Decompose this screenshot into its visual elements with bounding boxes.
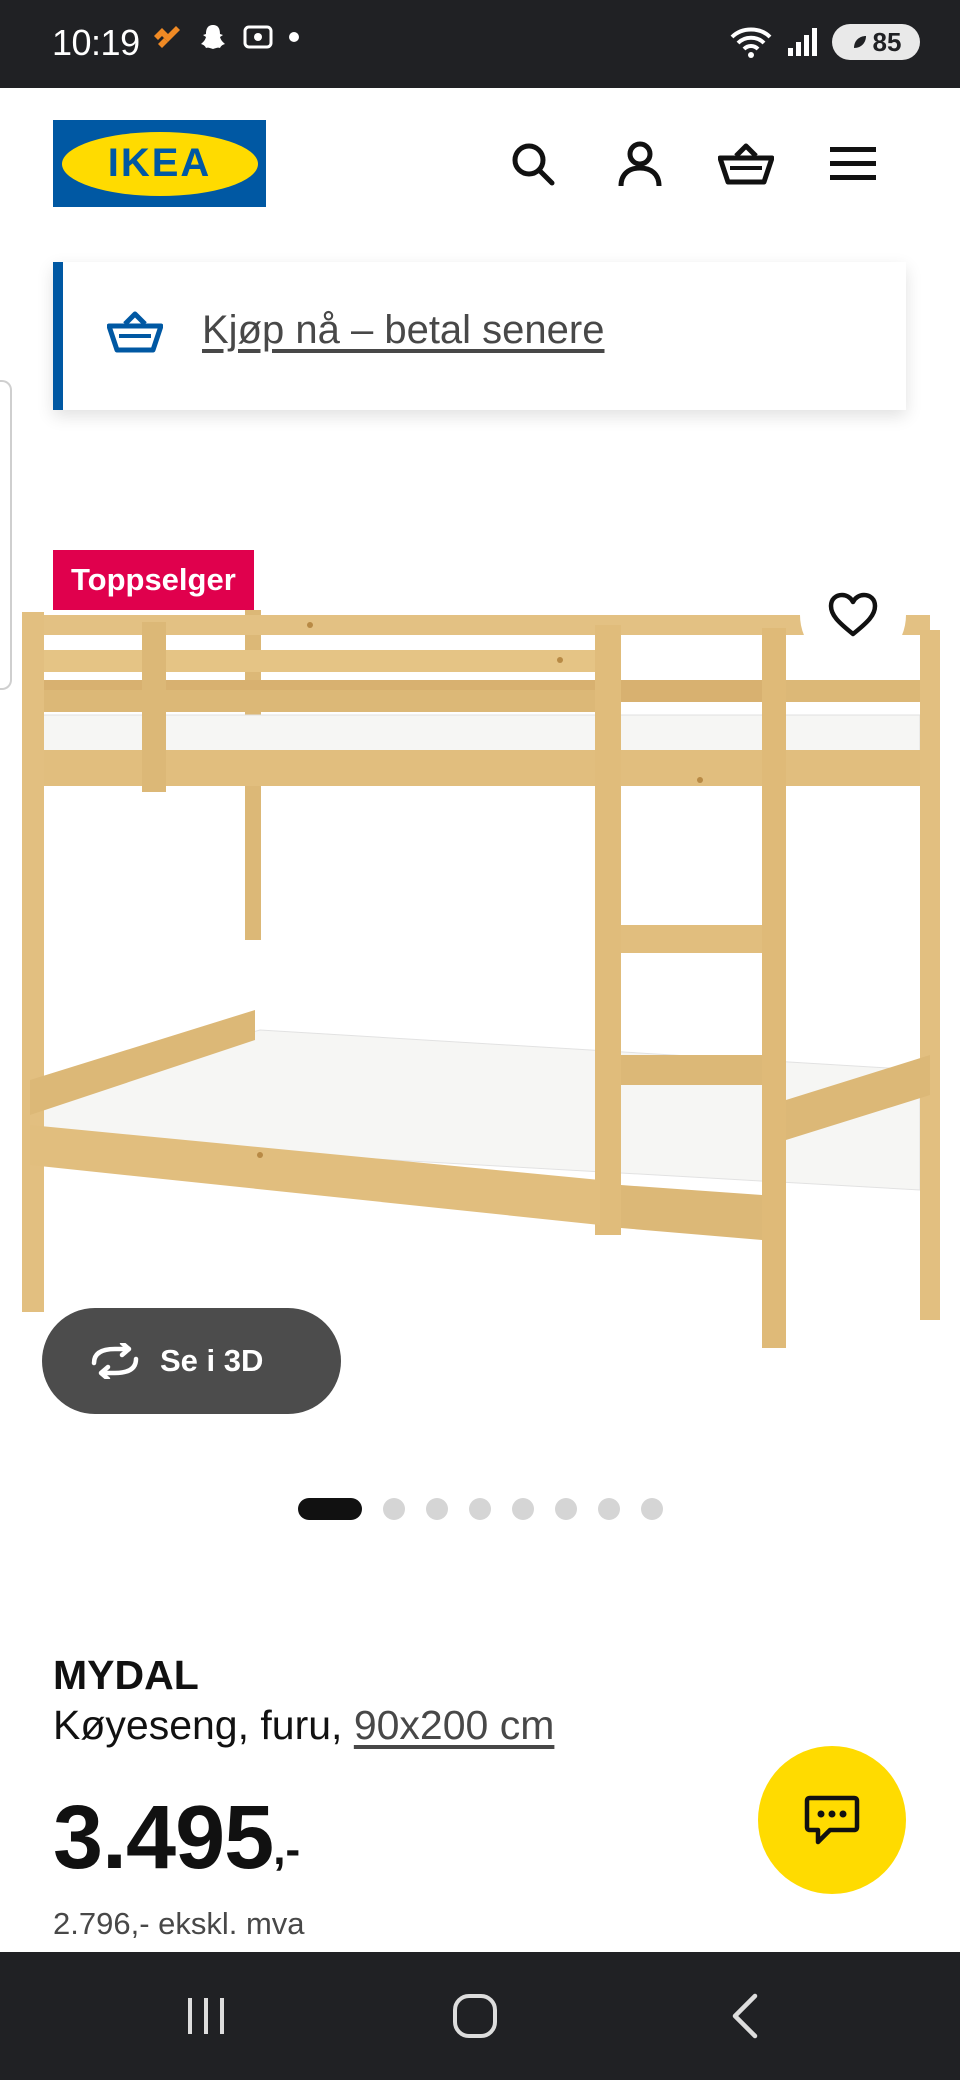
wifi-icon	[730, 27, 772, 58]
view-in-3d-button[interactable]: Se i 3D	[42, 1308, 341, 1414]
bestseller-badge: Toppselger	[53, 550, 254, 610]
snapchat-icon	[201, 25, 225, 49]
carousel-dot-1[interactable]	[298, 1498, 362, 1520]
account-icon	[618, 141, 662, 187]
rotate-3d-icon	[91, 1343, 139, 1379]
product-type: Køyeseng, furu,	[53, 1702, 354, 1748]
screenshot-icon	[243, 25, 273, 49]
carousel-dot-3[interactable]	[426, 1498, 448, 1520]
basket-button[interactable]	[714, 132, 778, 196]
site-header: IKEA	[0, 88, 960, 248]
menu-icon	[830, 147, 876, 180]
home-icon	[453, 1994, 497, 2038]
favourite-button[interactable]	[800, 562, 906, 668]
battery-saver-icon	[853, 36, 866, 48]
carousel-dot-6[interactable]	[555, 1498, 577, 1520]
sport-app-icon	[154, 26, 180, 48]
carousel-dot-8[interactable]	[641, 1498, 663, 1520]
product-description: Køyeseng, furu, 90x200 cm	[53, 1702, 554, 1749]
price-suffix: ,-	[273, 1825, 301, 1874]
status-bar: 10:19 85	[0, 0, 960, 88]
product-image[interactable]	[0, 540, 960, 1370]
recent-apps-button[interactable]	[176, 1986, 236, 2046]
recent-apps-icon	[188, 1998, 224, 2034]
heart-icon	[828, 592, 878, 637]
chat-button[interactable]	[758, 1746, 906, 1894]
signal-icon	[788, 28, 817, 56]
logo-text: IKEA	[107, 141, 212, 185]
system-nav-bar	[0, 1952, 960, 2080]
back-icon	[732, 1993, 758, 2039]
carousel-dot-4[interactable]	[469, 1498, 491, 1520]
image-carousel-dots	[298, 1498, 663, 1520]
menu-button[interactable]	[821, 132, 885, 196]
search-icon	[512, 143, 555, 186]
product-name: MYDAL	[53, 1652, 199, 1698]
chat-icon	[804, 1795, 860, 1845]
notification-icons	[150, 22, 300, 52]
status-time: 10:19	[52, 22, 140, 63]
size-link[interactable]: 90x200 cm	[354, 1702, 555, 1748]
logo-oval: IKEA	[61, 131, 258, 196]
back-button[interactable]	[715, 1986, 775, 2046]
carousel-dot-2[interactable]	[383, 1498, 405, 1520]
dot-icon	[289, 32, 299, 42]
pay-later-link[interactable]: Kjøp nå – betal senere	[202, 308, 604, 353]
battery-indicator: 85	[832, 24, 920, 60]
home-button[interactable]	[445, 1986, 505, 2046]
account-button[interactable]	[608, 132, 672, 196]
carousel-dot-7[interactable]	[598, 1498, 620, 1520]
battery-level: 85	[872, 26, 902, 57]
ikea-logo[interactable]: IKEA	[53, 120, 266, 207]
price-excl-vat: 2.796,- ekskl. mva	[53, 1906, 305, 1941]
basket-icon	[107, 311, 163, 353]
view-in-3d-label: Se i 3D	[160, 1343, 264, 1378]
price-main: 3.495	[53, 1788, 274, 1888]
carousel-dot-5[interactable]	[512, 1498, 534, 1520]
status-right: 85	[730, 24, 920, 60]
basket-icon	[718, 143, 774, 185]
search-button[interactable]	[501, 132, 565, 196]
bunk-bed-illustration	[22, 610, 940, 1348]
pay-later-banner[interactable]: Kjøp nå – betal senere	[53, 262, 906, 410]
product-price: 3.495 ,-	[53, 1788, 300, 1888]
